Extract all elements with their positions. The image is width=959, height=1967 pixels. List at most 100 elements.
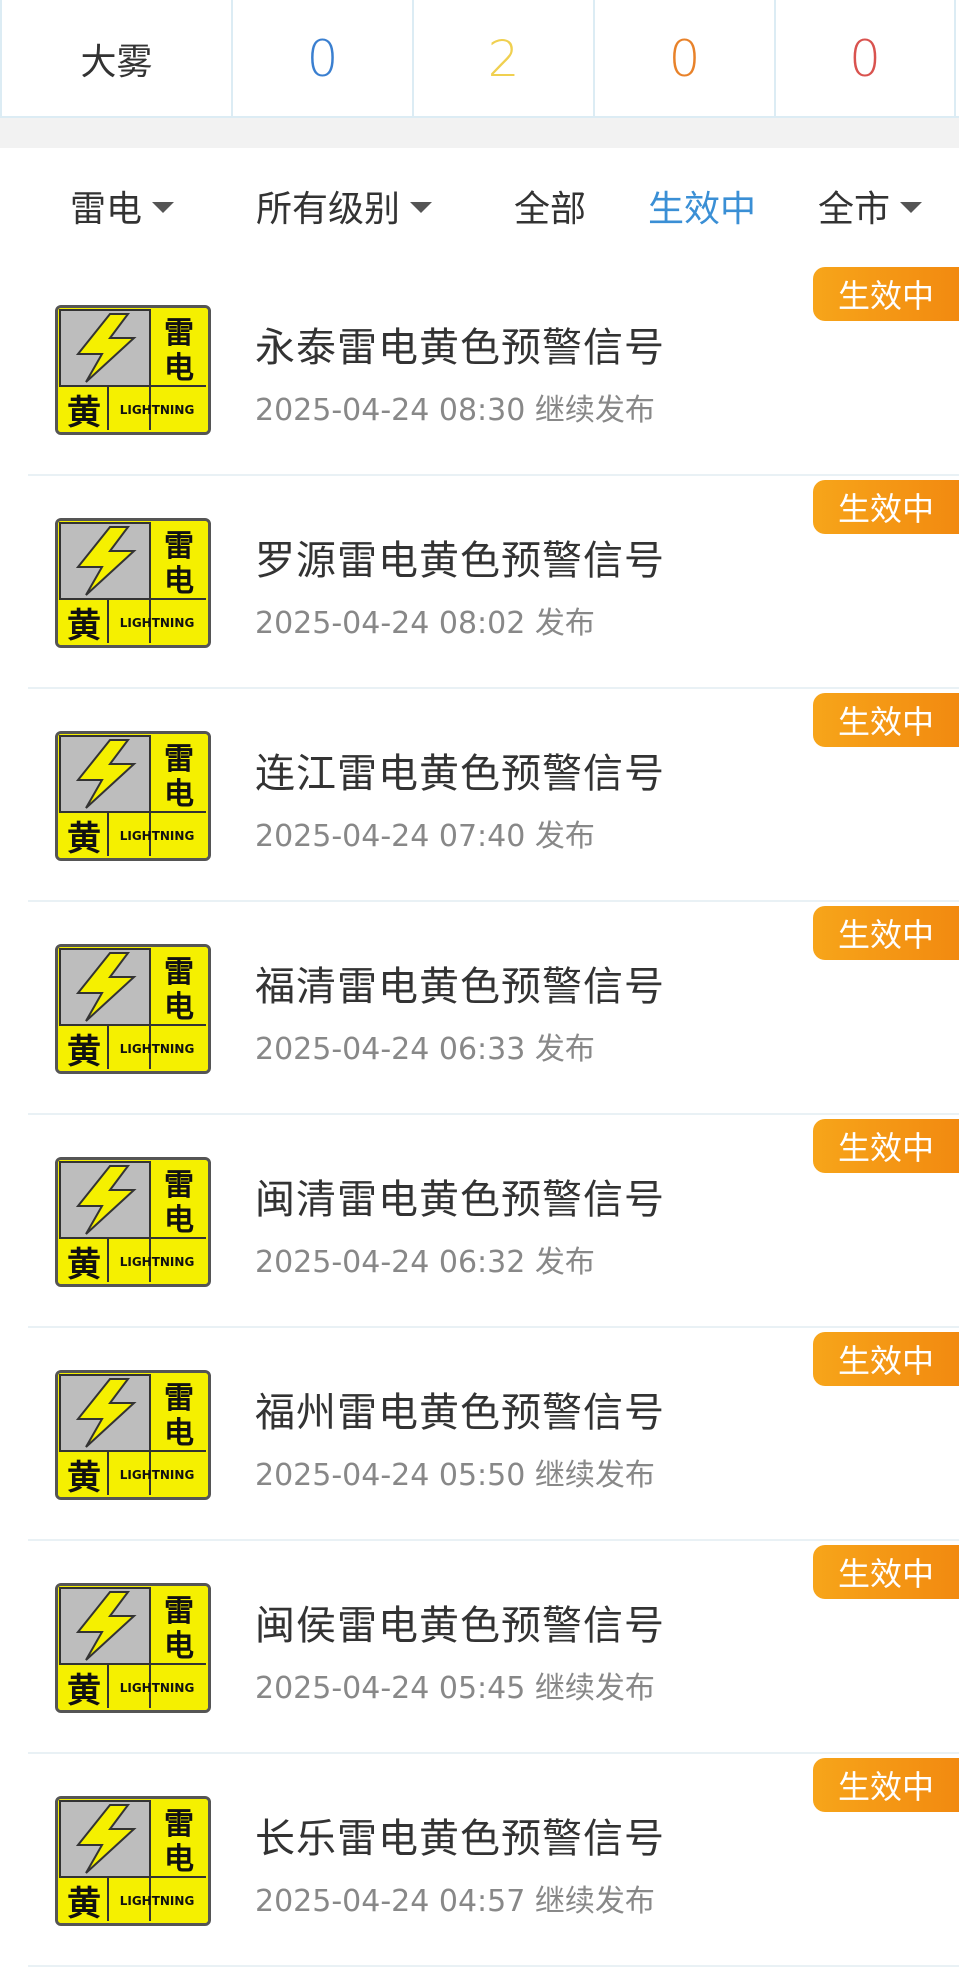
- lightning-yellow-warning-icon: 雷 电 黄 LIGHTNING: [55, 731, 211, 861]
- summary-type-cell[interactable]: 大雾: [0, 0, 233, 118]
- svg-text:雷: 雷: [164, 742, 194, 777]
- warning-title: 连江雷电黄色预警信号: [255, 751, 665, 797]
- summary-count-red[interactable]: 0: [776, 0, 956, 118]
- warning-list-item[interactable]: 生效中 雷 电 黄 LIGHTNING 福清雷电黄色预警信号 2025-04-2…: [28, 902, 959, 1115]
- warning-summary-row: 大雾 0 2 0 0: [0, 0, 959, 118]
- warning-list-item[interactable]: 生效中 雷 电 黄 LIGHTNING 长乐雷电黄色预警信号 2025-04-2…: [28, 1754, 959, 1967]
- svg-text:LIGHTNING: LIGHTNING: [120, 1468, 195, 1482]
- warning-action: 发布: [534, 819, 595, 854]
- warning-title: 福州雷电黄色预警信号: [255, 1390, 665, 1436]
- warning-action: 继续发布: [534, 1884, 655, 1919]
- warning-list-item[interactable]: 生效中 雷 电 黄 LIGHTNING 连江雷电黄色预警信号 2025-04-2…: [28, 689, 959, 902]
- svg-text:黄: 黄: [67, 1245, 101, 1284]
- count-orange: 0: [668, 30, 701, 88]
- svg-text:LIGHTNING: LIGHTNING: [120, 829, 195, 843]
- filter-active-tab[interactable]: 生效中: [648, 180, 756, 232]
- warning-title: 长乐雷电黄色预警信号: [255, 1816, 665, 1862]
- svg-text:电: 电: [164, 564, 194, 599]
- chevron-down-icon: [900, 202, 923, 213]
- status-badge: 生效中: [813, 1119, 959, 1173]
- count-blue: 0: [306, 30, 339, 88]
- svg-text:LIGHTNING: LIGHTNING: [120, 403, 195, 417]
- svg-text:电: 电: [164, 1629, 194, 1664]
- warning-time: 2025-04-24 06:33: [255, 1032, 526, 1067]
- warning-meta: 2025-04-24 06:32 发布: [255, 1237, 595, 1281]
- svg-text:黄: 黄: [67, 1032, 101, 1071]
- svg-text:黄: 黄: [67, 819, 101, 858]
- filter-level-label: 所有级别: [256, 188, 401, 230]
- filter-region-label: 全市: [818, 188, 891, 230]
- warning-title: 罗源雷电黄色预警信号: [255, 538, 665, 584]
- warning-time: 2025-04-24 06:32: [255, 1245, 526, 1280]
- status-badge: 生效中: [813, 1545, 959, 1599]
- svg-text:电: 电: [164, 1203, 194, 1238]
- count-yellow: 2: [487, 30, 520, 88]
- svg-text:LIGHTNING: LIGHTNING: [120, 1681, 195, 1695]
- status-badge: 生效中: [813, 1332, 959, 1386]
- filter-region-dropdown[interactable]: 全市: [818, 180, 923, 232]
- svg-text:电: 电: [164, 351, 194, 386]
- warning-meta: 2025-04-24 07:40 发布: [255, 811, 595, 855]
- lightning-yellow-warning-icon: 雷 电 黄 LIGHTNING: [55, 1583, 211, 1713]
- lightning-yellow-warning-icon: 雷 电 黄 LIGHTNING: [55, 944, 211, 1074]
- count-red: 0: [849, 30, 881, 88]
- warning-meta: 2025-04-24 05:50 继续发布: [255, 1450, 655, 1494]
- warning-action: 发布: [534, 1032, 595, 1067]
- warning-action: 继续发布: [534, 1458, 655, 1493]
- warning-list-item[interactable]: 生效中 雷 电 黄 LIGHTNING 闽侯雷电黄色预警信号 2025-04-2…: [28, 1541, 959, 1754]
- warning-time: 2025-04-24 04:57: [255, 1884, 526, 1919]
- warning-action: 继续发布: [534, 1671, 655, 1706]
- filter-type-dropdown[interactable]: 雷电: [70, 180, 175, 232]
- svg-text:LIGHTNING: LIGHTNING: [120, 616, 195, 630]
- svg-text:LIGHTNING: LIGHTNING: [120, 1255, 195, 1269]
- svg-text:电: 电: [164, 777, 194, 812]
- svg-text:黄: 黄: [67, 1884, 101, 1923]
- warning-time: 2025-04-24 05:50: [255, 1458, 526, 1493]
- warning-list-item[interactable]: 生效中 雷 电 黄 LIGHTNING 罗源雷电黄色预警信号 2025-04-2…: [28, 476, 959, 689]
- svg-text:雷: 雷: [164, 529, 194, 564]
- svg-text:雷: 雷: [164, 1168, 194, 1203]
- svg-text:雷: 雷: [164, 1807, 194, 1842]
- warning-list-item[interactable]: 生效中 雷 电 黄 LIGHTNING 永泰雷电黄色预警信号 2025-04-2…: [28, 263, 959, 476]
- warning-time: 2025-04-24 08:02: [255, 606, 526, 641]
- warning-list: 生效中 雷 电 黄 LIGHTNING 永泰雷电黄色预警信号 2025-04-2…: [0, 263, 959, 1967]
- chevron-down-icon: [152, 202, 175, 213]
- filter-bar: 雷电 所有级别 全部 生效中 全市: [0, 148, 959, 263]
- section-divider: [0, 118, 959, 148]
- warning-list-item[interactable]: 生效中 雷 电 黄 LIGHTNING 闽清雷电黄色预警信号 2025-04-2…: [28, 1115, 959, 1328]
- svg-text:LIGHTNING: LIGHTNING: [120, 1042, 195, 1056]
- svg-text:电: 电: [164, 1842, 194, 1877]
- warning-title: 闽清雷电黄色预警信号: [255, 1177, 665, 1223]
- warning-meta: 2025-04-24 08:02 发布: [255, 598, 595, 642]
- svg-text:雷: 雷: [164, 1594, 194, 1629]
- lightning-yellow-warning-icon: 雷 电 黄 LIGHTNING: [55, 1796, 211, 1926]
- warning-time: 2025-04-24 05:45: [255, 1671, 526, 1706]
- chevron-down-icon: [410, 202, 433, 213]
- warning-time: 2025-04-24 07:40: [255, 819, 526, 854]
- svg-text:电: 电: [164, 1416, 194, 1451]
- filter-level-dropdown[interactable]: 所有级别: [256, 180, 433, 232]
- svg-text:黄: 黄: [67, 606, 101, 645]
- warning-meta: 2025-04-24 05:45 继续发布: [255, 1663, 655, 1707]
- warning-list-item[interactable]: 生效中 雷 电 黄 LIGHTNING 福州雷电黄色预警信号 2025-04-2…: [28, 1328, 959, 1541]
- summary-count-blue[interactable]: 0: [233, 0, 414, 118]
- warning-title: 福清雷电黄色预警信号: [255, 964, 665, 1010]
- status-badge: 生效中: [813, 1758, 959, 1812]
- summary-type-label: 大雾: [80, 42, 153, 83]
- svg-text:雷: 雷: [164, 316, 194, 351]
- warning-title: 闽侯雷电黄色预警信号: [255, 1603, 665, 1649]
- filter-type-label: 雷电: [70, 188, 143, 230]
- warning-meta: 2025-04-24 06:33 发布: [255, 1024, 595, 1068]
- warning-action: 发布: [534, 606, 595, 641]
- summary-count-yellow[interactable]: 2: [414, 0, 595, 118]
- warning-action: 发布: [534, 1245, 595, 1280]
- lightning-yellow-warning-icon: 雷 电 黄 LIGHTNING: [55, 1370, 211, 1500]
- lightning-yellow-warning-icon: 雷 电 黄 LIGHTNING: [55, 305, 211, 435]
- status-badge: 生效中: [813, 693, 959, 747]
- filter-all-tab[interactable]: 全部: [514, 180, 586, 232]
- summary-count-orange[interactable]: 0: [595, 0, 776, 118]
- warning-meta: 2025-04-24 08:30 继续发布: [255, 385, 655, 429]
- warning-title: 永泰雷电黄色预警信号: [255, 325, 665, 371]
- lightning-yellow-warning-icon: 雷 电 黄 LIGHTNING: [55, 518, 211, 648]
- lightning-yellow-warning-icon: 雷 电 黄 LIGHTNING: [55, 1157, 211, 1287]
